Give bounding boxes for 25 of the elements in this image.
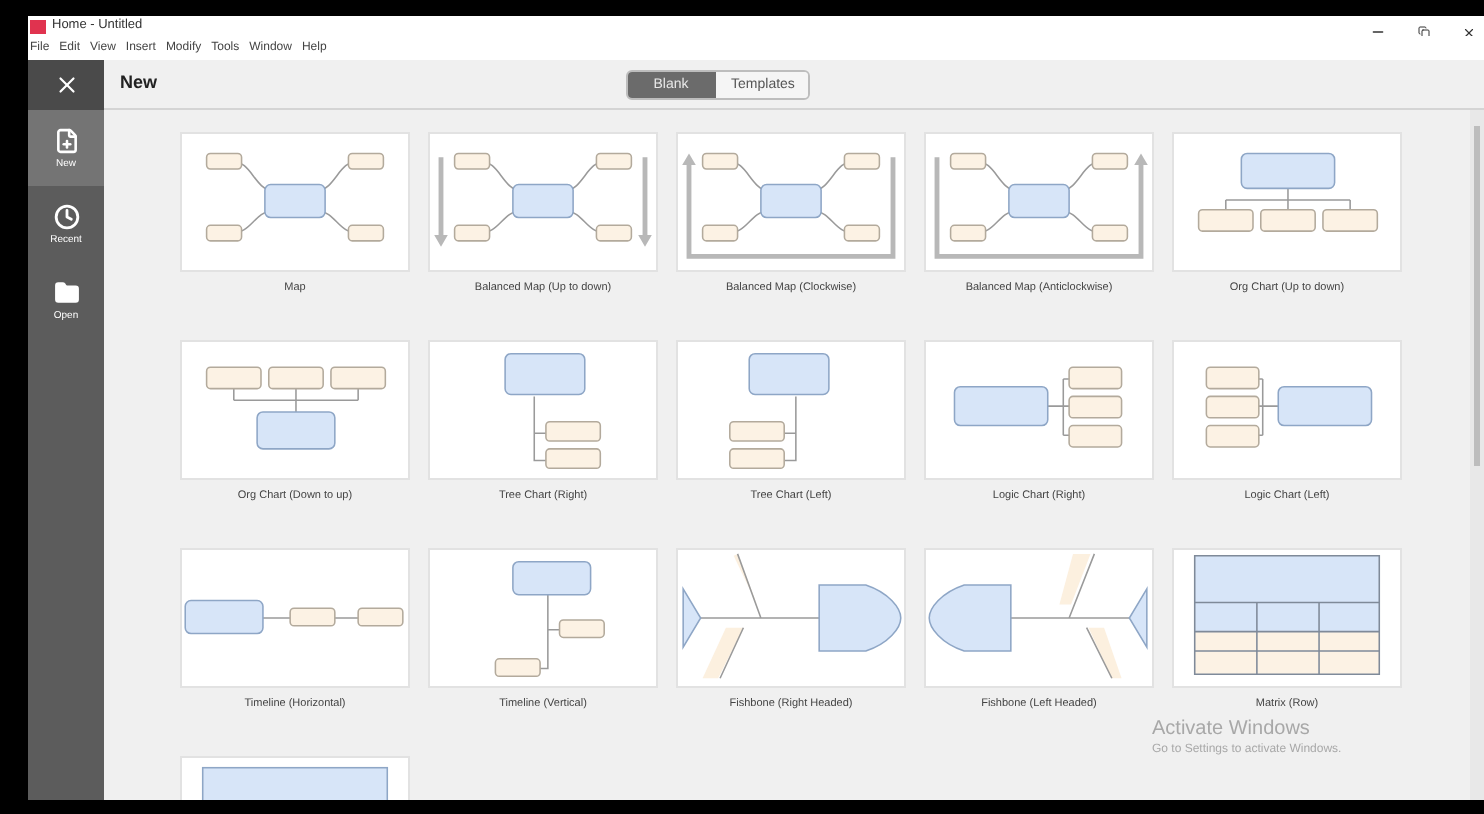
- notice-title: Activate Windows: [1152, 718, 1312, 743]
- template-thumbnail-drawing[interactable]: [428, 340, 658, 480]
- restore-icon[interactable]: [1418, 26, 1430, 38]
- template-thumbnail-drawing[interactable]: [1172, 132, 1402, 272]
- template-thumbnail-drawing[interactable]: [676, 132, 906, 272]
- template-thumbnail-drawing[interactable]: [428, 132, 658, 272]
- new-file-icon: [53, 127, 79, 153]
- clock-icon: [53, 203, 79, 229]
- template-thumbnail-drawing[interactable]: [1172, 340, 1402, 480]
- app-logo-icon: [30, 19, 46, 33]
- template-thumbnail-drawing[interactable]: [676, 340, 906, 480]
- page-title: New: [120, 70, 158, 97]
- template-thumbnail-drawing[interactable]: [676, 548, 906, 688]
- folder-icon: [53, 279, 79, 305]
- template-thumbnail-drawing[interactable]: [180, 340, 410, 480]
- template-thumbnail-drawing[interactable]: [180, 132, 410, 272]
- close-icon[interactable]: [53, 72, 79, 98]
- template-thumbnail-drawing[interactable]: [924, 132, 1154, 272]
- template-thumbnail-drawing[interactable]: [924, 340, 1154, 480]
- template-thumbnail-drawing[interactable]: [180, 548, 410, 688]
- template-thumbnail-drawing[interactable]: [1172, 548, 1402, 688]
- template-thumbnail-drawing[interactable]: [924, 548, 1154, 688]
- template-thumbnail-drawing[interactable]: [428, 548, 658, 688]
- close-icon[interactable]: [1462, 25, 1476, 39]
- scrollbar[interactable]: [1470, 110, 1484, 800]
